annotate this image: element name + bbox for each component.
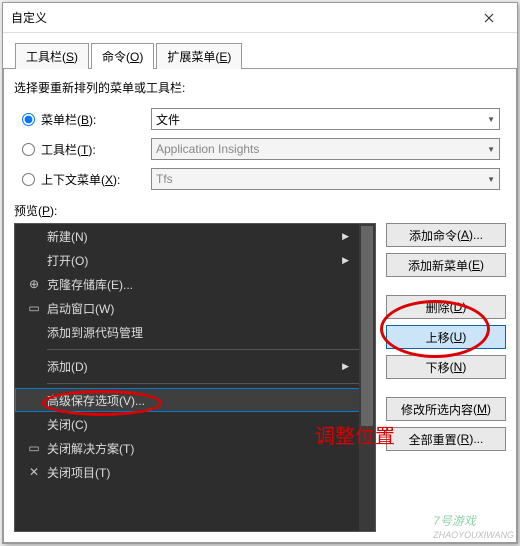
close-icon [484,13,494,23]
radio-context-label: 上下文菜单(X): [41,171,151,188]
menu-item[interactable]: 添加(D)▶ [15,354,375,378]
menu-item-label: 高级保存选项(V)... [47,392,369,409]
titlebar: 自定义 [3,3,517,33]
action-buttons: 添加命令(A)... 添加新菜单(E) 删除(D) 上移(U) 下移(N) 修改… [386,223,506,532]
menu-item-icon: ▭ [21,441,47,455]
radio-menubar-label: 菜单栏(B): [41,111,151,128]
menu-separator [15,344,375,354]
menu-separator [15,378,375,388]
submenu-arrow-icon: ▶ [342,255,349,266]
menu-item-label: 新建(N) [47,228,342,245]
menu-item[interactable]: ⊕克隆存储库(E)... [15,272,375,296]
panel-body: 选择要重新排列的菜单或工具栏: 菜单栏(B): 文件 ▼ 工具栏(T): App… [3,68,517,543]
menu-item-label: 添加(D) [47,358,342,375]
dialog-title: 自定义 [11,9,469,26]
menu-item[interactable]: ✕关闭项目(T) [15,460,375,484]
menu-item-label: 打开(O) [47,252,342,269]
add-new-menu-button[interactable]: 添加新菜单(E) [386,253,506,277]
scrollbar-vertical[interactable] [359,224,375,531]
menu-item-label: 克隆存储库(E)... [47,276,369,293]
radio-menubar-row: 菜单栏(B): 文件 ▼ [14,108,506,130]
add-command-button[interactable]: 添加命令(A)... [386,223,506,247]
delete-button[interactable]: 删除(D) [386,295,506,319]
tab-commands[interactable]: 命令(O) [91,43,154,69]
radio-toolbar-label: 工具栏(T): [41,141,151,158]
menubar-dropdown[interactable]: 文件 ▼ [151,108,500,130]
scrollbar-thumb[interactable] [361,226,373,426]
radio-toolbar-row: 工具栏(T): Application Insights ▼ [14,138,506,160]
menu-item[interactable]: 添加到源代码管理 [15,320,375,344]
modify-selection-button[interactable]: 修改所选内容(M) [386,397,506,421]
menu-item-icon: ✕ [21,465,47,479]
menu-item[interactable]: 新建(N)▶ [15,224,375,248]
chevron-down-icon: ▼ [487,175,495,184]
menu-item-icon: ⊕ [21,277,47,291]
radio-menubar[interactable] [22,113,35,126]
chevron-down-icon: ▼ [487,115,495,124]
radio-context-row: 上下文菜单(X): Tfs ▼ [14,168,506,190]
move-up-button[interactable]: 上移(U) [386,325,506,349]
reset-all-button[interactable]: 全部重置(R)... [386,427,506,451]
submenu-arrow-icon: ▶ [342,231,349,242]
instruction-text: 选择要重新排列的菜单或工具栏: [14,79,506,96]
menu-item-label: 关闭项目(T) [47,464,369,481]
tab-bar: 工具栏(S) 命令(O) 扩展菜单(E) [15,43,517,69]
customize-dialog: 自定义 工具栏(S) 命令(O) 扩展菜单(E) 选择要重新排列的菜单或工具栏:… [2,2,518,544]
menu-item[interactable]: 打开(O)▶ [15,248,375,272]
radio-toolbar[interactable] [22,143,35,156]
preview-label: 预览(P): [14,202,506,219]
menu-item[interactable]: ▭启动窗口(W) [15,296,375,320]
menu-item[interactable]: 高级保存选项(V)... [15,388,375,412]
radio-context[interactable] [22,173,35,186]
submenu-arrow-icon: ▶ [342,361,349,372]
annotation-text: 调整位置 [315,420,395,449]
close-button[interactable] [469,4,509,32]
preview-area: 新建(N)▶打开(O)▶⊕克隆存储库(E)...▭启动窗口(W)添加到源代码管理… [14,223,506,532]
tab-extensions[interactable]: 扩展菜单(E) [156,43,242,69]
menu-item-label: 启动窗口(W) [47,300,369,317]
menu-preview-list[interactable]: 新建(N)▶打开(O)▶⊕克隆存储库(E)...▭启动窗口(W)添加到源代码管理… [14,223,376,532]
toolbar-dropdown[interactable]: Application Insights ▼ [151,138,500,160]
menu-item-icon: ▭ [21,301,47,315]
chevron-down-icon: ▼ [487,145,495,154]
tab-toolbar[interactable]: 工具栏(S) [15,43,89,69]
menu-item-label: 添加到源代码管理 [47,324,369,341]
move-down-button[interactable]: 下移(N) [386,355,506,379]
context-dropdown[interactable]: Tfs ▼ [151,168,500,190]
